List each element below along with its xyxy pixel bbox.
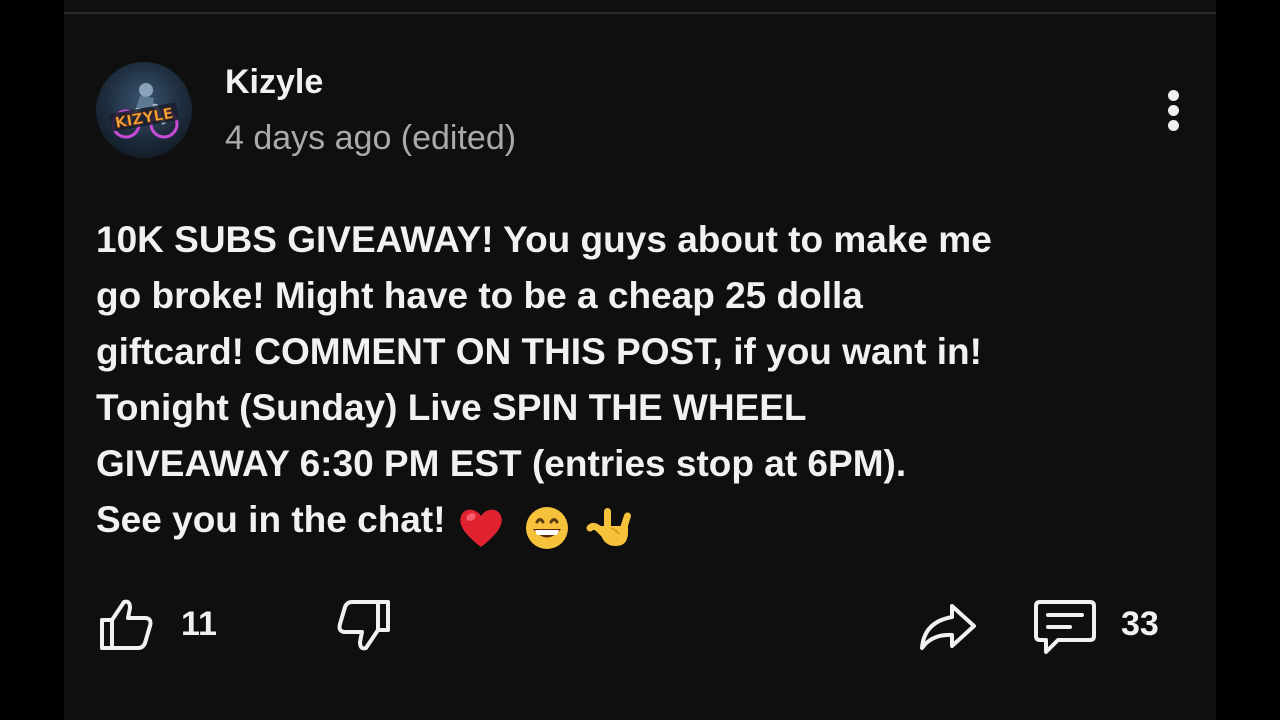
post-timestamp[interactable]: 4 days ago (edited) — [225, 118, 516, 158]
post-text-line: See you in the chat! — [96, 499, 446, 540]
thumbs-up-icon — [100, 599, 153, 650]
comment-count: 33 — [1121, 605, 1159, 643]
post-text: 10K SUBS GIVEAWAY! You guys about to mak… — [96, 212, 1196, 550]
dislike-button[interactable] — [334, 598, 394, 654]
post-text-last-line: See you in the chat! — [96, 492, 1196, 550]
top-divider — [64, 12, 1216, 14]
thumbs-down-icon — [337, 600, 390, 651]
author-name[interactable]: Kizyle — [225, 62, 323, 102]
grinning-face-icon — [525, 507, 568, 550]
avatar-logo-icon: KIZYLE — [109, 83, 179, 139]
more-options-button[interactable] — [1154, 82, 1194, 138]
like-button[interactable] — [98, 596, 158, 652]
comment-icon — [1034, 600, 1096, 654]
post-text-line: Tonight (Sunday) Live SPIN THE WHEEL — [96, 387, 807, 428]
share-icon — [920, 604, 976, 650]
channel-avatar[interactable]: KIZYLE — [96, 62, 192, 158]
screen: KIZYLE Kizyle 4 days ago (edited) 10K SU… — [0, 0, 1280, 720]
community-post-card: KIZYLE Kizyle 4 days ago (edited) 10K SU… — [64, 0, 1216, 720]
post-text-line: go broke! Might have to be a cheap 25 do… — [96, 275, 863, 316]
svg-text:KIZYLE: KIZYLE — [114, 104, 175, 132]
post-text-line: 10K SUBS GIVEAWAY! You guys about to mak… — [96, 219, 992, 260]
post-text-line: giftcard! COMMENT ON THIS POST, if you w… — [96, 331, 982, 372]
like-count: 11 — [181, 605, 217, 643]
love-you-gesture-icon — [586, 508, 632, 547]
share-button[interactable] — [916, 598, 980, 654]
comments-button[interactable] — [1034, 596, 1098, 656]
post-text-line: GIVEAWAY 6:30 PM EST (entries stop at 6P… — [96, 443, 907, 484]
emoji-group — [456, 497, 637, 550]
red-heart-icon — [459, 510, 502, 548]
